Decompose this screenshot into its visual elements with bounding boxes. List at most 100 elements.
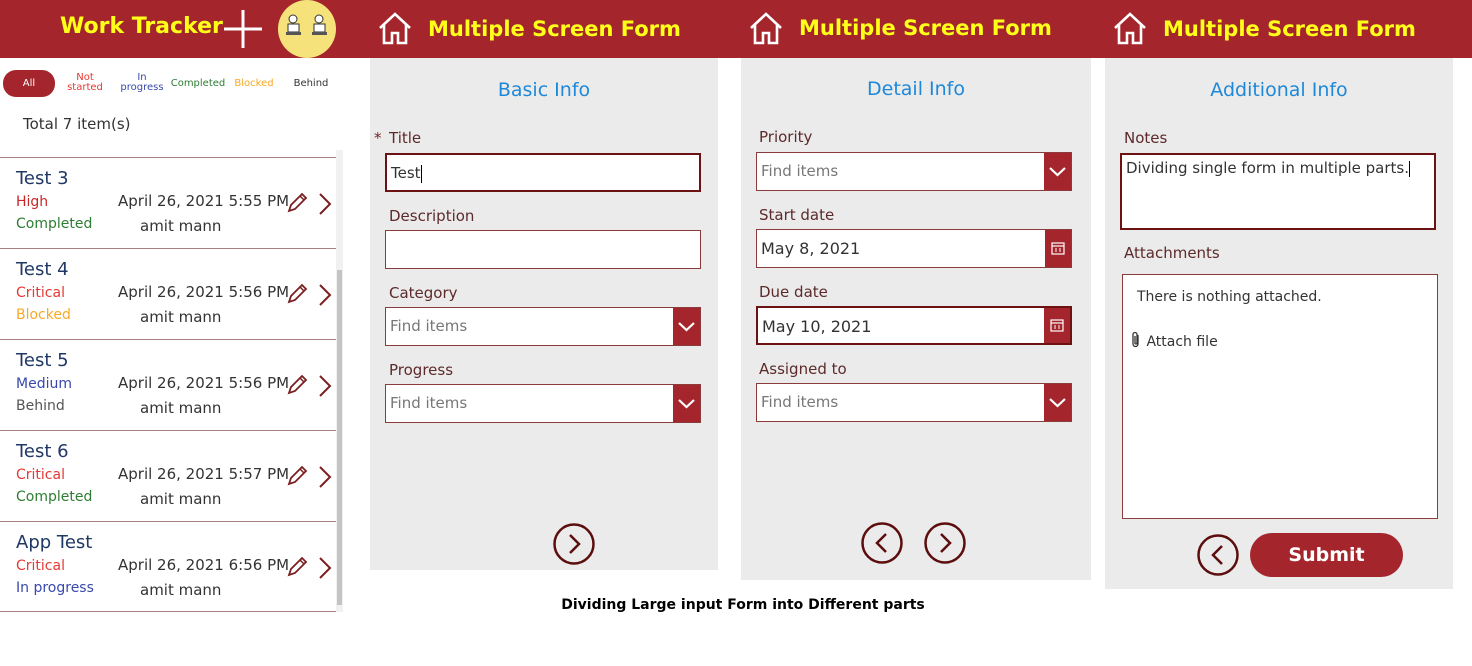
required-mark: *: [374, 129, 382, 147]
chevron-right-icon[interactable]: [318, 465, 332, 493]
description-field[interactable]: [385, 230, 701, 269]
item-title: Test 4: [16, 259, 69, 280]
chevron-down-icon[interactable]: [673, 385, 700, 422]
item-date: April 26, 2021 5:56 PM: [118, 374, 290, 392]
attach-file-link[interactable]: Attach file: [1130, 331, 1218, 353]
calendar-icon[interactable]: [1045, 230, 1071, 267]
edit-icon[interactable]: [286, 192, 308, 218]
form-subtitle: Additional Info: [1210, 79, 1348, 101]
home-icon[interactable]: [376, 9, 414, 51]
edit-icon[interactable]: [286, 465, 308, 491]
assigned-to-label: Assigned to: [759, 360, 847, 378]
start-date-label: Start date: [759, 206, 835, 224]
calendar-icon[interactable]: [1044, 308, 1070, 343]
item-priority: Critical: [16, 467, 65, 483]
chevron-right-icon[interactable]: [318, 556, 332, 584]
text-cursor: [420, 164, 422, 183]
chevron-right-icon[interactable]: [318, 374, 332, 402]
filter-all[interactable]: All: [3, 70, 55, 97]
total-count: Total 7 item(s): [23, 115, 131, 133]
status-filter-bar: All Not started In progress Completed Bl…: [0, 70, 343, 98]
attach-file-label: Attach file: [1146, 334, 1218, 350]
chevron-down-icon[interactable]: [1044, 384, 1071, 421]
chevron-right-icon[interactable]: [318, 192, 332, 220]
tracker-title: Work Tracker: [60, 14, 223, 39]
category-label: Category: [389, 284, 458, 302]
description-label: Description: [389, 207, 475, 225]
priority-label: Priority: [759, 128, 813, 146]
filter-behind[interactable]: Behind: [288, 79, 334, 89]
due-date-picker[interactable]: May 10, 2021: [756, 306, 1072, 345]
form-title: Multiple Screen Form: [1163, 17, 1416, 41]
due-date-label: Due date: [759, 283, 828, 301]
notes-label: Notes: [1124, 129, 1168, 147]
priority-placeholder: Find items: [761, 162, 839, 180]
form-header: Multiple Screen Form: [1105, 0, 1453, 58]
filter-completed[interactable]: Completed: [170, 79, 226, 89]
item-title: Test 6: [16, 441, 69, 462]
item-date: April 26, 2021 5:56 PM: [118, 283, 290, 301]
text-cursor: [1408, 160, 1410, 177]
item-priority: Critical: [16, 285, 65, 301]
filter-blocked[interactable]: Blocked: [230, 79, 278, 89]
home-icon[interactable]: [1111, 9, 1149, 51]
additional-info-form: Multiple Screen Form Additional Info Not…: [1105, 0, 1453, 589]
form-subtitle: Basic Info: [497, 79, 591, 101]
work-tracker-panel: Work Tracker All Not started In progress…: [0, 0, 1472, 612]
item-status: Behind: [16, 398, 65, 414]
edit-icon[interactable]: [286, 556, 308, 582]
category-dropdown[interactable]: Find items: [385, 307, 701, 346]
item-title: App Test: [16, 532, 93, 553]
assigned-to-placeholder: Find items: [761, 393, 839, 411]
list-item[interactable]: Test 5 Medium Behind April 26, 2021 5:56…: [0, 339, 336, 430]
list-item[interactable]: Test 4 Critical Blocked April 26, 2021 5…: [0, 248, 336, 339]
title-field[interactable]: Test: [385, 153, 701, 192]
list-scrollbar[interactable]: [336, 150, 343, 612]
chevron-down-icon[interactable]: [673, 308, 700, 345]
chevron-right-icon[interactable]: [318, 283, 332, 311]
progress-dropdown[interactable]: Find items: [385, 384, 701, 423]
item-status: Completed: [16, 489, 93, 505]
edit-icon[interactable]: [286, 283, 308, 309]
caption: Dividing Large input Form into Different…: [561, 597, 925, 613]
list-item[interactable]: Test 6 Critical Completed April 26, 2021…: [0, 430, 336, 521]
progress-label: Progress: [389, 361, 454, 379]
item-date: April 26, 2021 5:57 PM: [118, 465, 290, 483]
avatar[interactable]: [277, 0, 337, 62]
chevron-down-icon[interactable]: [1044, 153, 1071, 190]
add-icon[interactable]: [222, 8, 264, 54]
detail-info-form: Multiple Screen Form Detail Info Priorit…: [741, 0, 1091, 580]
assigned-to-dropdown[interactable]: Find items: [756, 383, 1072, 422]
back-button[interactable]: [1197, 534, 1239, 576]
item-priority: High: [16, 194, 49, 210]
home-icon[interactable]: [747, 9, 785, 51]
next-button[interactable]: [553, 523, 595, 565]
list-item[interactable]: Test 3 High Completed April 26, 2021 5:5…: [0, 157, 336, 248]
scroll-thumb[interactable]: [337, 270, 342, 605]
filter-in-progress[interactable]: In progress: [120, 73, 164, 93]
priority-dropdown[interactable]: Find items: [756, 152, 1072, 191]
attachments-empty-text: There is nothing attached.: [1137, 289, 1322, 305]
attachments-label: Attachments: [1124, 244, 1220, 262]
start-date-picker[interactable]: May 8, 2021: [756, 229, 1072, 268]
edit-icon[interactable]: [286, 374, 308, 400]
next-button[interactable]: [924, 522, 966, 564]
form-header: Multiple Screen Form: [370, 0, 718, 58]
back-button[interactable]: [861, 522, 903, 564]
item-list: Test 3 High Completed April 26, 2021 5:5…: [0, 157, 336, 612]
item-priority: Medium: [16, 376, 72, 392]
item-title: Test 5: [16, 350, 69, 371]
filter-not-started[interactable]: Not started: [65, 73, 105, 93]
item-user: amit mann: [140, 399, 222, 417]
item-priority: Critical: [16, 558, 65, 574]
title-label: Title: [389, 129, 422, 147]
submit-button[interactable]: Submit: [1250, 533, 1403, 577]
item-date: April 26, 2021 6:56 PM: [118, 556, 290, 574]
item-user: amit mann: [140, 490, 222, 508]
title-value: Test: [391, 164, 421, 182]
basic-info-form: Multiple Screen Form Basic Info * Title …: [370, 0, 718, 570]
form-title: Multiple Screen Form: [428, 17, 681, 41]
paperclip-icon: [1130, 331, 1142, 353]
item-status: In progress: [16, 580, 94, 596]
notes-field[interactable]: Dividing single form in multiple parts.: [1120, 153, 1436, 230]
